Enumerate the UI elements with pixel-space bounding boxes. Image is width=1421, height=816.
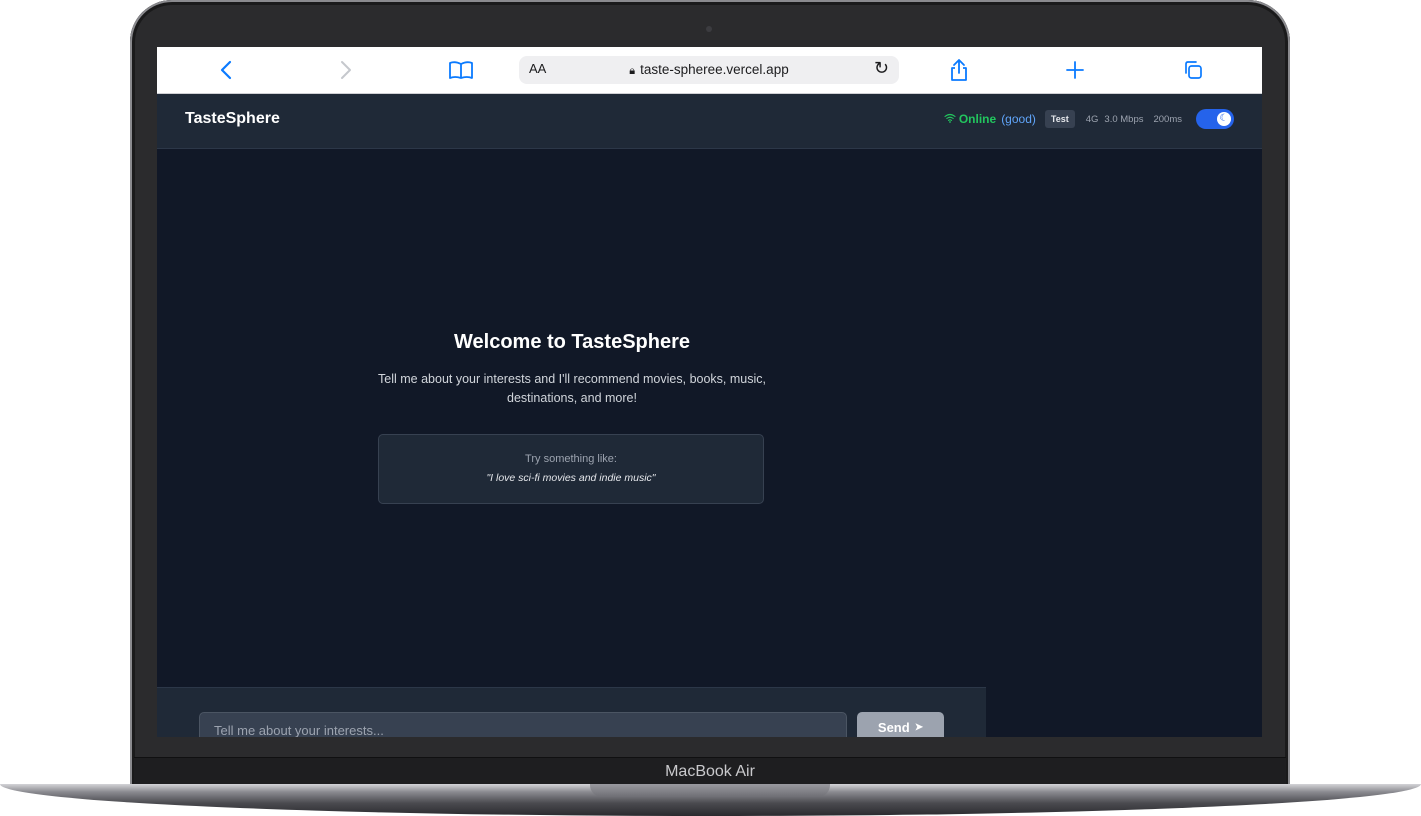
chevron-right-icon[interactable] <box>333 55 359 85</box>
brand-logo[interactable]: TasteSphere <box>185 110 280 128</box>
example-prompt-card: Try something like: "I love sci-fi movie… <box>378 434 764 504</box>
welcome-description: Tell me about your interests and I'll re… <box>378 372 766 405</box>
send-button[interactable]: Send ➤ <box>857 712 944 737</box>
chat-input[interactable] <box>199 712 847 737</box>
reload-icon[interactable]: ↻ <box>874 58 889 79</box>
tabs-icon[interactable] <box>1181 55 1205 85</box>
example-title: Try something like: <box>525 453 617 465</box>
connection-quality: (good) <box>1001 112 1036 126</box>
network-speed: 3.0 Mbps <box>1104 113 1144 125</box>
welcome-title: Welcome to TasteSphere <box>454 331 690 353</box>
example-text: "I love sci-fi movies and indie music" <box>486 472 656 484</box>
theme-toggle[interactable]: ☾ <box>1196 109 1234 129</box>
address-bar[interactable]: AA 🔒︎ taste-spheree.vercel.app ↻ <box>519 56 899 84</box>
book-icon[interactable] <box>447 55 475 85</box>
wifi-icon <box>944 113 956 126</box>
share-icon[interactable] <box>947 55 971 85</box>
chevron-left-icon[interactable] <box>213 55 239 85</box>
network-latency: 200ms <box>1153 113 1182 125</box>
welcome-section: Welcome to TasteSphere Tell me about you… <box>357 331 787 408</box>
send-icon: ➤ <box>914 721 924 733</box>
url-text: taste-spheree.vercel.app <box>640 62 789 77</box>
lock-icon: 🔒︎ <box>629 65 636 77</box>
laptop-notch <box>590 784 830 797</box>
chat-input-area: Send ➤ <box>157 687 986 737</box>
camera-icon <box>706 26 712 32</box>
browser-toolbar: AA 🔒︎ taste-spheree.vercel.app ↻ <box>157 47 1262 94</box>
screen: AA 🔒︎ taste-spheree.vercel.app ↻ TasteSph… <box>157 47 1262 737</box>
network-status: Online (good) Test 4G 3.0 Mbps 200ms ☾ <box>944 109 1234 129</box>
model-label: MacBook Air <box>665 763 755 780</box>
app-header: TasteSphere Online (good) Test 4G 3.0 Mb… <box>157 94 1262 149</box>
network-type: 4G <box>1085 113 1099 125</box>
send-label: Send <box>877 719 910 735</box>
online-label: Online <box>958 112 997 126</box>
moon-icon: ☾ <box>1217 112 1231 126</box>
laptop-chin: MacBook Air <box>134 757 1286 786</box>
test-connection-button[interactable]: Test <box>1044 110 1075 128</box>
plus-icon[interactable] <box>1063 55 1087 85</box>
